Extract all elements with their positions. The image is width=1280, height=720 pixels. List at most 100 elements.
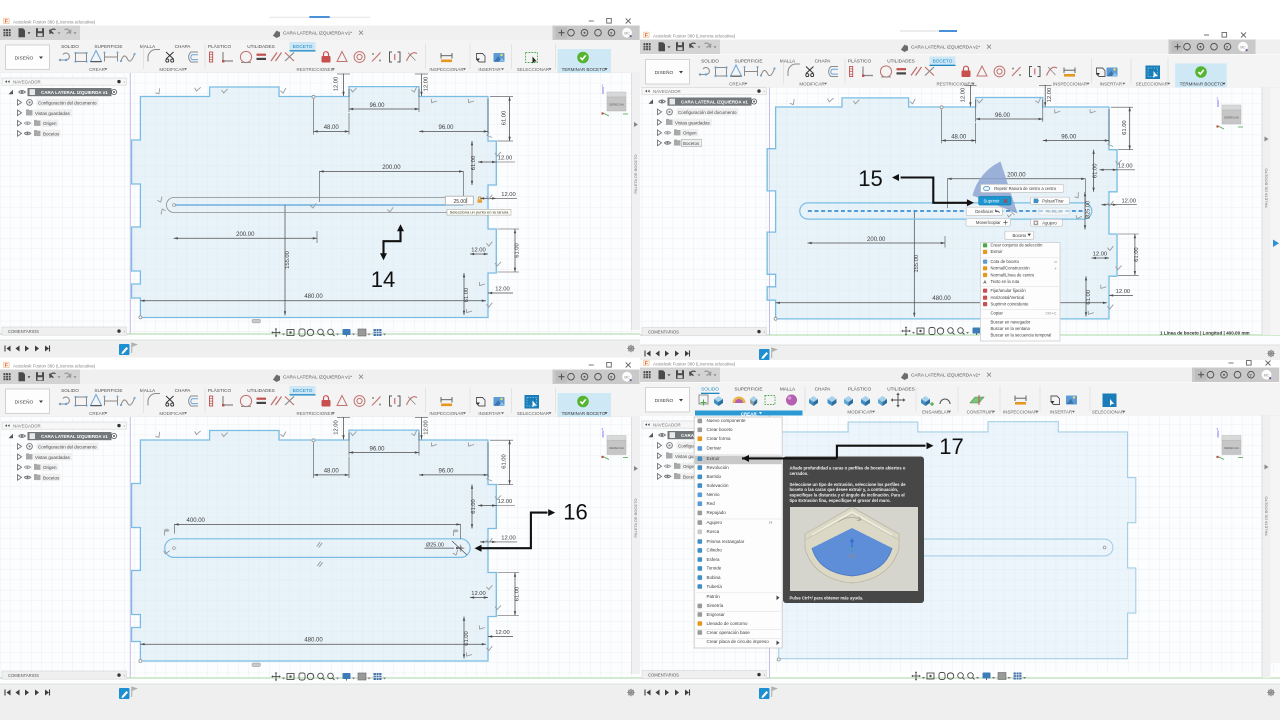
svg-text:12.00: 12.00 bbox=[498, 156, 513, 162]
svg-text:RESTRICCIONES: RESTRICCIONES bbox=[936, 82, 973, 87]
svg-text:COMENTARIOS: COMENTARIOS bbox=[8, 329, 39, 334]
svg-text:15: 15 bbox=[858, 166, 882, 191]
svg-text:SUPERFICIE: SUPERFICIE bbox=[94, 388, 122, 393]
svg-text:48.00: 48.00 bbox=[324, 125, 340, 131]
svg-text:SOLIDO: SOLIDO bbox=[61, 44, 79, 49]
svg-text:Rosca: Rosca bbox=[707, 529, 720, 534]
svg-text:61.00: 61.00 bbox=[464, 288, 470, 303]
svg-text:RESTRICCIONES: RESTRICCIONES bbox=[296, 67, 333, 72]
svg-text:SOLIDO: SOLIDO bbox=[61, 388, 79, 393]
svg-text:155.00: 155.00 bbox=[914, 255, 920, 273]
svg-text:Rehacer: Rehacer bbox=[1046, 209, 1062, 214]
svg-text:Agujero: Agujero bbox=[1042, 221, 1057, 226]
svg-text:z: z bbox=[602, 427, 604, 431]
svg-text:Configuración del documento: Configuración del documento bbox=[38, 100, 97, 105]
svg-text:Vistas guardadas: Vistas guardadas bbox=[35, 455, 70, 460]
svg-text:Horizontal/Vertical: Horizontal/Vertical bbox=[991, 295, 1025, 300]
svg-text:Mover/copiar: Mover/copiar bbox=[976, 220, 1001, 225]
svg-text:MC: MC bbox=[1264, 373, 1270, 377]
svg-text:BOCETO: BOCETO bbox=[933, 59, 953, 64]
svg-text:z: z bbox=[602, 84, 604, 88]
svg-text:INSERTAR: INSERTAR bbox=[1100, 82, 1123, 87]
svg-text:PLÁSTICO: PLÁSTICO bbox=[208, 43, 232, 49]
svg-text:SELECCIONAR: SELECCIONAR bbox=[517, 411, 550, 416]
svg-text:DERECHA: DERECHA bbox=[1224, 446, 1239, 450]
svg-text:12.00: 12.00 bbox=[501, 192, 516, 198]
svg-text:Extruir: Extruir bbox=[991, 249, 1004, 254]
svg-text:200.00: 200.00 bbox=[1007, 173, 1026, 179]
svg-text:Pulsar/Tirar: Pulsar/Tirar bbox=[1042, 199, 1064, 204]
svg-text:Crear operación base: Crear operación base bbox=[707, 630, 751, 635]
svg-text:cerrados.: cerrados. bbox=[790, 471, 809, 476]
svg-text:UTILIDADES: UTILIDADES bbox=[247, 388, 275, 393]
svg-text:CARA LATERAL IZQUIERDA v1: CARA LATERAL IZQUIERDA v1 bbox=[681, 100, 748, 105]
svg-text:PLÁSTICO: PLÁSTICO bbox=[848, 386, 872, 392]
svg-text:Vistas guardadas: Vistas guardadas bbox=[35, 111, 70, 116]
svg-text:12.00: 12.00 bbox=[1118, 163, 1133, 169]
svg-text:CHAPA: CHAPA bbox=[815, 387, 832, 392]
svg-text:tipo Extrusión fina, especifiq: tipo Extrusión fina, especifique el gros… bbox=[790, 498, 891, 503]
svg-text:CARA LATERAL IZQUIERDA v1: CARA LATERAL IZQUIERDA v1 bbox=[41, 434, 108, 439]
svg-text:Normal/Construcción: Normal/Construcción bbox=[991, 266, 1031, 271]
svg-text:12.00: 12.00 bbox=[334, 420, 340, 435]
svg-text:INSERTAR: INSERTAR bbox=[478, 411, 501, 416]
svg-text:DISEÑO: DISEÑO bbox=[655, 397, 674, 404]
svg-text:61.00: 61.00 bbox=[471, 156, 477, 171]
svg-text:?: ? bbox=[610, 375, 613, 380]
svg-text:z: z bbox=[1217, 427, 1219, 431]
svg-text:48.00: 48.00 bbox=[951, 134, 967, 140]
svg-text:CHAPA: CHAPA bbox=[175, 388, 192, 393]
svg-text:CREAR: CREAR bbox=[89, 67, 106, 72]
svg-text:Buscar en navegador: Buscar en navegador bbox=[991, 319, 1031, 324]
svg-text:12.00: 12.00 bbox=[334, 77, 340, 92]
svg-text:CARA LATERAL IZQUIERDA v1*: CARA LATERAL IZQUIERDA v1* bbox=[283, 375, 352, 380]
svg-text:INSPECCIONAR: INSPECCIONAR bbox=[429, 411, 464, 416]
svg-text:61.00: 61.00 bbox=[1086, 290, 1092, 305]
svg-text:Origen: Origen bbox=[43, 465, 57, 470]
svg-text:Ø25.00: Ø25.00 bbox=[426, 542, 444, 548]
svg-text:96.00: 96.00 bbox=[369, 446, 385, 452]
svg-text:Revolución: Revolución bbox=[707, 465, 730, 470]
svg-text:Repetir Ranura de centro a cen: Repetir Ranura de centro a centro bbox=[994, 186, 1057, 191]
svg-text:Toroide: Toroide bbox=[707, 566, 722, 571]
svg-text:SUPERFICIE: SUPERFICIE bbox=[734, 387, 762, 392]
svg-text:UTILIDADES: UTILIDADES bbox=[247, 44, 275, 49]
svg-text:Simetría: Simetría bbox=[707, 603, 724, 608]
svg-text:SUPERFICIE: SUPERFICIE bbox=[94, 44, 122, 49]
svg-text:PLÁSTICO: PLÁSTICO bbox=[848, 58, 872, 64]
svg-text:400.00: 400.00 bbox=[187, 518, 206, 524]
svg-text:DERECHA: DERECHA bbox=[609, 446, 624, 450]
svg-text:NAVEGADOR: NAVEGADOR bbox=[653, 89, 681, 94]
svg-text:DERECHA: DERECHA bbox=[609, 103, 624, 107]
svg-text:61.00: 61.00 bbox=[471, 499, 477, 514]
svg-text:MALLA: MALLA bbox=[140, 44, 156, 49]
svg-text:MC: MC bbox=[624, 31, 630, 35]
svg-text:MODIFICAR: MODIFICAR bbox=[159, 67, 185, 72]
svg-text:96.00: 96.00 bbox=[1061, 134, 1077, 140]
svg-text:61.00: 61.00 bbox=[1134, 247, 1140, 262]
svg-text:Crear conjunto de selección: Crear conjunto de selección bbox=[991, 243, 1044, 248]
svg-text:Deshacer: Deshacer bbox=[975, 209, 994, 214]
svg-text:INSERTAR: INSERTAR bbox=[478, 67, 501, 72]
svg-text:Patrón: Patrón bbox=[707, 594, 721, 599]
svg-text:Seleccione un tipo de extrusió: Seleccione un tipo de extrusión, selecci… bbox=[790, 482, 907, 487]
svg-text:Repujado: Repujado bbox=[707, 510, 727, 515]
svg-text:12.00: 12.00 bbox=[495, 630, 510, 636]
svg-text:DISEÑO: DISEÑO bbox=[15, 55, 34, 62]
svg-text:PALETA DE BOCETO: PALETA DE BOCETO bbox=[1264, 496, 1269, 535]
svg-text:Ctrl+C: Ctrl+C bbox=[1045, 310, 1056, 315]
svg-text:CREAR: CREAR bbox=[89, 411, 106, 416]
svg-text:Esfera: Esfera bbox=[707, 557, 721, 562]
svg-text:61.00: 61.00 bbox=[464, 631, 470, 646]
svg-text:RESTRICCIONES: RESTRICCIONES bbox=[296, 411, 333, 416]
svg-text:Bocetos: Bocetos bbox=[43, 475, 60, 480]
svg-text:12.00: 12.00 bbox=[495, 287, 510, 293]
svg-text:?: ? bbox=[1226, 45, 1229, 50]
svg-text:PALETA DE BOCETO: PALETA DE BOCETO bbox=[633, 154, 638, 193]
svg-text:DERECHA: DERECHA bbox=[1224, 116, 1239, 120]
svg-text:CARA LATERAL IZQUIERDA v1: CARA LATERAL IZQUIERDA v1 bbox=[41, 90, 108, 95]
svg-text:Bocetos: Bocetos bbox=[43, 131, 60, 136]
svg-text:TERMINAR BOCETO: TERMINAR BOCETO bbox=[562, 67, 606, 72]
svg-text:12.00: 12.00 bbox=[1116, 289, 1131, 295]
svg-text:COMENTARIOS: COMENTARIOS bbox=[648, 672, 679, 677]
